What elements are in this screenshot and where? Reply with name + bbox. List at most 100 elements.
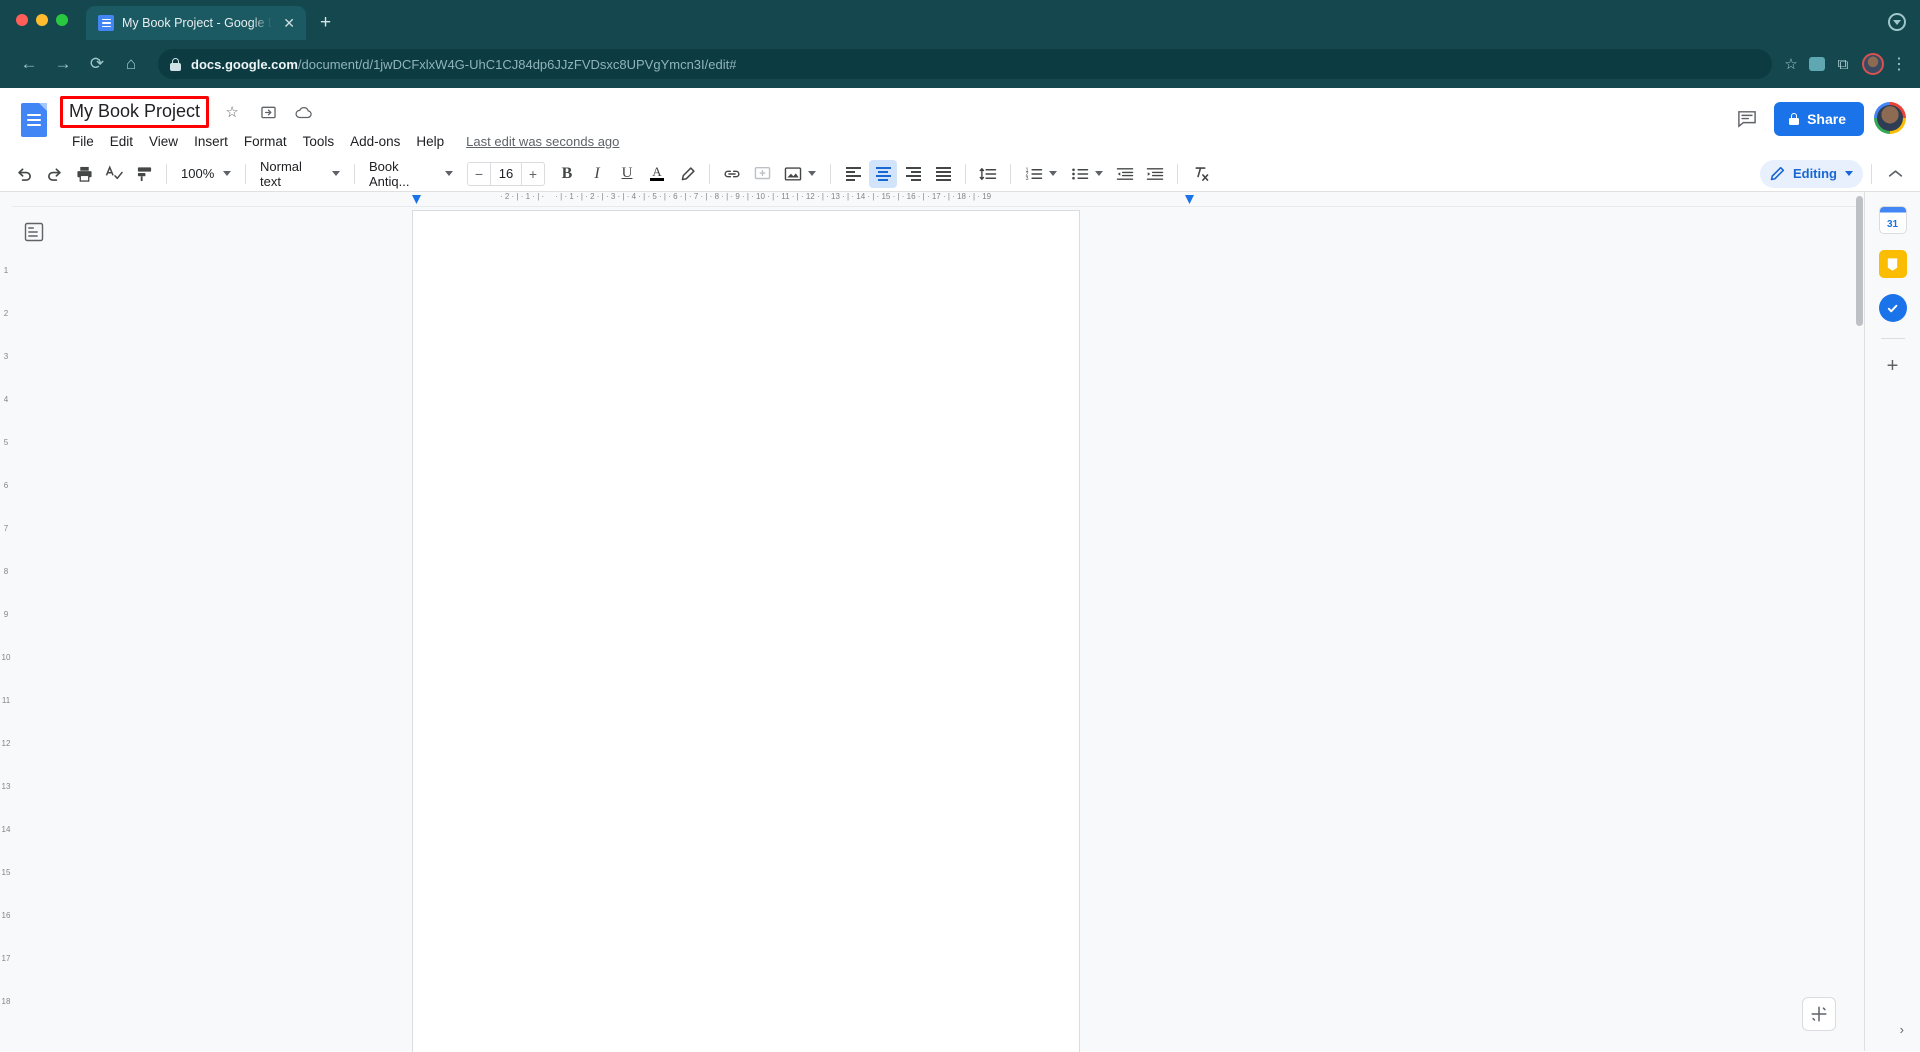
document-title-highlight[interactable]: My Book Project (60, 96, 210, 128)
font-selector[interactable]: Book Antiq... (363, 159, 459, 189)
spell-check-button[interactable] (100, 160, 128, 188)
toolbar-divider (354, 163, 355, 184)
docs-header: My Book Project ☆ File Edit View Insert … (0, 88, 1920, 156)
comment-history-icon[interactable] (1730, 102, 1764, 136)
new-tab-button[interactable]: + (320, 13, 331, 32)
ruler-marks: · 2 · | · 1 · | · · | · 1 · | · 2 · | · … (500, 192, 992, 201)
italic-button[interactable]: I (583, 160, 611, 188)
cloud-saved-icon[interactable] (291, 99, 317, 125)
title-and-menu-block: My Book Project ☆ File Edit View Insert … (54, 96, 1730, 156)
align-justify-button[interactable] (929, 160, 957, 188)
back-button[interactable]: ← (12, 47, 46, 81)
close-window-button[interactable] (16, 14, 28, 26)
bookmark-star-icon[interactable]: ☆ (1778, 51, 1804, 77)
font-size-increase[interactable]: + (522, 166, 544, 182)
forward-button[interactable]: → (46, 47, 80, 81)
google-calendar-icon[interactable]: 31 (1878, 206, 1907, 234)
paint-format-button[interactable] (130, 160, 158, 188)
underline-button[interactable]: U (613, 160, 641, 188)
insert-image-button[interactable] (778, 160, 822, 188)
extension-badge-icon[interactable] (1804, 51, 1830, 77)
align-center-button[interactable] (869, 159, 897, 188)
document-outline-icon[interactable] (24, 222, 44, 242)
menu-view[interactable]: View (141, 131, 186, 152)
move-to-folder-icon[interactable] (255, 99, 281, 125)
star-icon[interactable]: ☆ (219, 99, 245, 125)
decrease-indent-button[interactable] (1111, 160, 1139, 188)
document-workspace: · 2 · | · 1 · | · · | · 1 · | · 2 · | · … (0, 192, 1920, 1052)
close-tab-icon[interactable]: ✕ (280, 14, 298, 32)
browser-window: My Book Project - Google Docs ✕ + ← → ⟳ … (0, 0, 1920, 1052)
editing-mode-selector[interactable]: Editing (1759, 159, 1863, 188)
chrome-update-icon[interactable] (1888, 13, 1906, 31)
menu-addons[interactable]: Add-ons (342, 131, 408, 152)
minimize-window-button[interactable] (36, 14, 48, 26)
highlight-color-button[interactable] (673, 160, 701, 188)
align-left-button[interactable] (839, 160, 867, 188)
browser-tab[interactable]: My Book Project - Google Docs ✕ (86, 6, 306, 40)
vertical-scrollbar[interactable] (1856, 196, 1863, 326)
left-indent-marker[interactable] (412, 195, 421, 204)
user-avatar[interactable] (1874, 102, 1906, 134)
paragraph-style-selector[interactable]: Normal text (254, 158, 346, 189)
share-button[interactable]: Share (1774, 102, 1864, 136)
chevron-down-icon (1095, 171, 1103, 176)
browser-toolbar: ← → ⟳ ⌂ docs.google.com/document/d/1jwDC… (0, 40, 1920, 88)
google-docs-logo-icon[interactable] (14, 96, 54, 140)
increase-indent-button[interactable] (1141, 160, 1169, 188)
toolbar-divider (830, 163, 831, 184)
font-size-value[interactable]: 16 (490, 161, 522, 186)
undo-button[interactable] (10, 160, 38, 188)
right-indent-marker[interactable] (1185, 195, 1194, 204)
left-gutter (0, 192, 412, 1051)
menu-help[interactable]: Help (408, 131, 452, 152)
redo-button[interactable] (40, 160, 68, 188)
tab-title: My Book Project - Google Docs (122, 16, 272, 30)
zoom-selector[interactable]: 100% (175, 160, 237, 188)
text-color-letter: A (652, 164, 662, 179)
menu-format[interactable]: Format (236, 131, 295, 152)
add-comment-button[interactable] (748, 160, 776, 188)
zoom-value: 100% (181, 166, 215, 181)
insert-link-button[interactable] (718, 160, 746, 188)
menu-insert[interactable]: Insert (186, 131, 236, 152)
add-side-panel-app-button[interactable]: + (1887, 355, 1899, 378)
menu-file[interactable]: File (64, 131, 102, 152)
chrome-menu-icon[interactable]: ⋮ (1890, 54, 1908, 74)
home-button[interactable]: ⌂ (114, 47, 148, 81)
google-keep-icon[interactable] (1878, 250, 1907, 278)
window-traffic-lights (12, 0, 78, 40)
menu-bar: File Edit View Insert Format Tools Add-o… (60, 128, 1730, 154)
rail-divider (1880, 338, 1905, 339)
explore-button[interactable] (1802, 997, 1836, 1031)
bulleted-list-button[interactable] (1065, 160, 1109, 188)
font-size-decrease[interactable]: − (468, 166, 490, 182)
clear-formatting-button[interactable] (1186, 160, 1214, 188)
document-page[interactable] (412, 210, 1080, 1052)
address-bar[interactable]: docs.google.com/document/d/1jwDCFxlxW4G-… (158, 49, 1772, 79)
toolbar-divider (166, 163, 167, 184)
reload-button[interactable]: ⟳ (80, 47, 114, 81)
print-button[interactable] (70, 160, 98, 188)
text-color-button[interactable]: A (643, 160, 671, 188)
chevron-down-icon (332, 171, 340, 176)
hide-menus-button[interactable] (1880, 160, 1910, 188)
document-title[interactable]: My Book Project (69, 101, 200, 122)
font-size-stepper[interactable]: − 16 + (467, 161, 545, 186)
align-right-button[interactable] (899, 160, 927, 188)
maximize-window-button[interactable] (56, 14, 68, 26)
url-host: docs.google.com (191, 56, 298, 72)
numbered-list-button[interactable]: 1 2 3 (1019, 160, 1063, 188)
menu-tools[interactable]: Tools (295, 131, 343, 152)
browser-profile-avatar[interactable] (1862, 53, 1884, 75)
bold-button[interactable]: B (553, 160, 581, 188)
document-body[interactable] (413, 211, 1079, 391)
google-tasks-icon[interactable] (1878, 294, 1907, 322)
expand-side-panel-button[interactable]: › (1900, 1022, 1904, 1037)
paragraph-style-value: Normal text (260, 158, 302, 189)
docs-toolbar: 100% Normal text Book Antiq... − 16 + B … (0, 156, 1920, 192)
last-edit-status[interactable]: Last edit was seconds ago (466, 134, 619, 149)
menu-edit[interactable]: Edit (102, 131, 141, 152)
line-spacing-button[interactable] (974, 160, 1002, 188)
extensions-puzzle-icon[interactable]: ⧉ (1830, 51, 1856, 77)
